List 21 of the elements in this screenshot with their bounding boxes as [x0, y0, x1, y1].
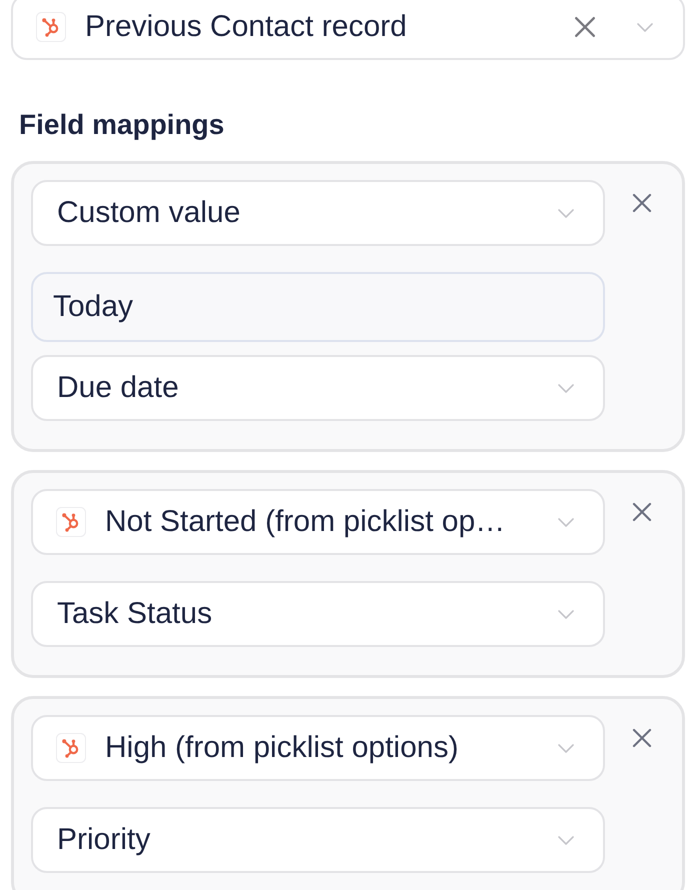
- dropdown[interactable]: Not Started (from picklist op…: [31, 489, 605, 555]
- chevron-down-icon: [637, 22, 653, 32]
- dropdown[interactable]: High (from picklist options): [31, 715, 605, 781]
- close-icon: [574, 16, 596, 38]
- chevron-down-icon: [558, 208, 574, 218]
- close-icon: [632, 193, 652, 213]
- clear-button[interactable]: [574, 16, 596, 38]
- dropdown[interactable]: Due date: [31, 355, 605, 421]
- chevron-down-icon: [558, 610, 574, 618]
- record-dropdown[interactable]: Previous Contact record: [11, 0, 685, 60]
- text-input[interactable]: Today: [31, 272, 605, 342]
- chevron-down-icon: [558, 384, 574, 392]
- chevron-down-icon: [558, 518, 574, 526]
- dropdown[interactable]: Custom value: [31, 180, 605, 246]
- dropdown[interactable]: Task Status: [31, 581, 605, 647]
- chevron-down-icon: [558, 836, 574, 844]
- close-icon: [632, 728, 652, 748]
- dropdown[interactable]: Priority: [31, 807, 605, 873]
- chevron-down-icon: [558, 744, 574, 752]
- close-icon: [632, 502, 652, 522]
- section-heading: Field mappings: [19, 108, 226, 142]
